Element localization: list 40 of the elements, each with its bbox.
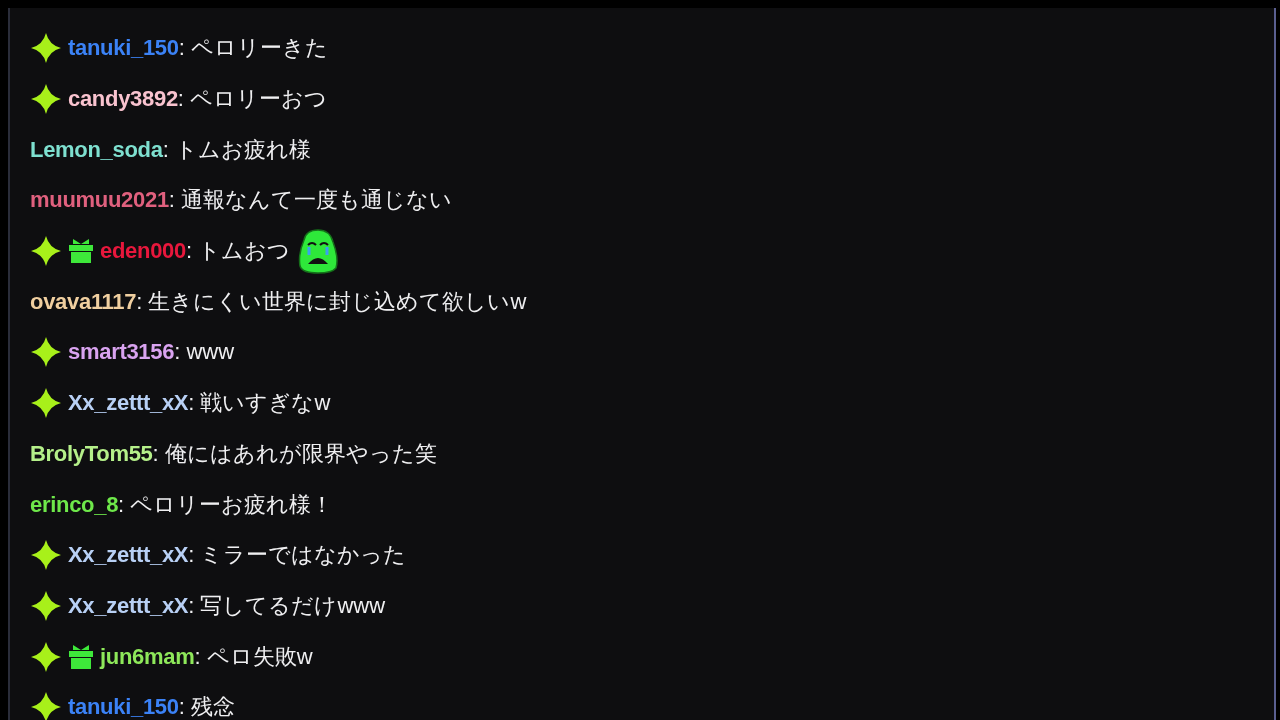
chat-message-text: : www	[174, 339, 235, 366]
chat-message-text: : 残念	[178, 693, 235, 720]
chat-username[interactable]: Lemon_soda	[30, 136, 163, 163]
chat-username[interactable]: Xx_zettt_xX	[68, 542, 189, 569]
chat-username[interactable]: candy3892	[68, 86, 178, 113]
chat-message-text: : ペロリーきた	[178, 34, 328, 63]
sparkle-badge-icon	[30, 235, 62, 268]
gift-badge-icon	[68, 238, 94, 265]
chat-username[interactable]: erinco_8	[30, 491, 119, 518]
sparkle-badge-icon	[30, 589, 62, 622]
chat-message-text: : トムおつ	[185, 237, 291, 266]
chat-message-text: : 生きにくい世界に封じ込めて欲しいw	[136, 287, 527, 316]
sparkle-badge-icon	[30, 640, 62, 673]
sparkle-badge-icon	[30, 387, 62, 420]
chat-message-text: : ミラーではなかった	[188, 541, 407, 570]
chat-message-text: : トムお疲れ様	[162, 135, 311, 164]
chat-message-text: : ペロリーおつ	[177, 85, 328, 114]
chat-username[interactable]: Xx_zettt_xX	[68, 390, 189, 417]
chat-message-text: : ペロリーお疲れ様！	[118, 490, 334, 519]
sparkle-badge-icon	[30, 32, 62, 65]
sparkle-badge-icon	[30, 539, 62, 572]
chat-username[interactable]: Xx_zettt_xX	[68, 592, 189, 619]
sparkle-badge-icon	[30, 83, 62, 116]
chat-username[interactable]: tanuki_150	[68, 35, 179, 62]
chat-username[interactable]: jun6mam	[100, 643, 195, 670]
chat-username[interactable]: ovava1117	[30, 288, 137, 315]
chat-username[interactable]: BrolyTom55	[30, 440, 153, 467]
chat-message-text: : 俺にはあれが限界やった笑	[152, 439, 437, 468]
chat-username[interactable]: tanuki_150	[68, 694, 179, 720]
gift-badge-icon	[68, 643, 94, 670]
chat-message-text: : ペロ失敗w	[194, 642, 313, 671]
chat-username[interactable]: eden000	[100, 238, 186, 265]
sparkle-badge-icon	[30, 336, 62, 369]
chat-username[interactable]: smart3156	[68, 339, 175, 366]
chat-message-text: : 通報なんて一度も通じない	[168, 186, 453, 215]
sparkle-badge-icon	[30, 691, 62, 720]
crying-emote-icon	[296, 228, 341, 275]
chat-message-text: : 戦いすぎなw	[188, 389, 331, 418]
chat-message-text: : 写してるだけwww	[188, 591, 386, 620]
chat-username[interactable]: muumuu2021	[30, 187, 169, 214]
